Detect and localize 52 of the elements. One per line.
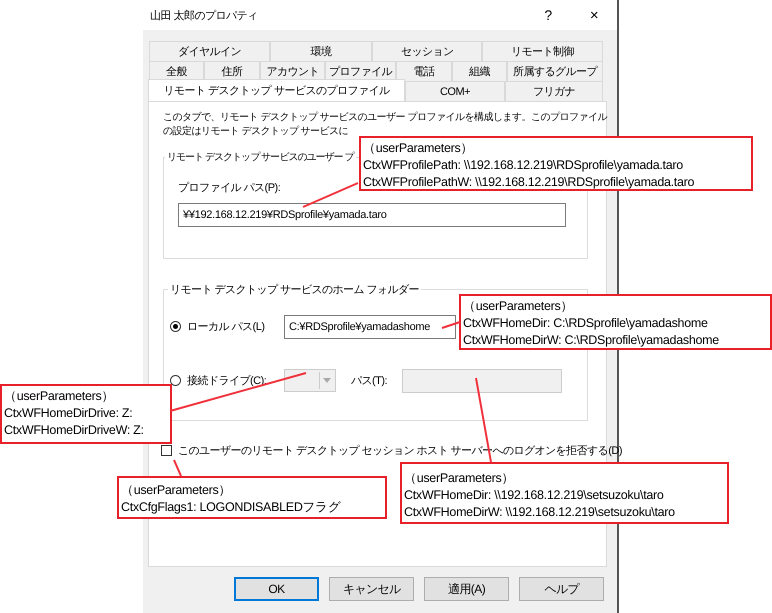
drive-dropdown[interactable]: [284, 369, 336, 392]
tab[interactable]: セッション: [372, 41, 482, 61]
radio-label[interactable]: ローカル パス(L): [187, 319, 284, 334]
callout-text: CtxWFHomeDirW: C:\RDSprofile\yamadashome: [463, 332, 720, 349]
callout-text: （userParameters）: [404, 470, 516, 487]
tab[interactable]: 組織: [452, 61, 507, 81]
dialog-button[interactable]: キャンセル: [329, 577, 414, 601]
window-title: 山田 太郎のプロパティ: [150, 8, 259, 22]
callout-text: CtxWFProfilePath: \\192.168.12.219\RDSprofile\yamada.taro: [363, 157, 684, 174]
dialog-button[interactable]: ヘルプ: [519, 577, 604, 601]
callout-text: CtxWFHomeDirW: \\192.168.12.219\setsuzoku\taro: [404, 504, 676, 521]
group-legend: リモート デスクトップ サービスのホーム フォルダー: [168, 282, 422, 297]
profile-path-field[interactable]: ¥¥192.168.12.219¥RDSprofile¥yamada.taro: [178, 203, 566, 227]
tab[interactable]: フリガナ: [505, 81, 603, 101]
tab[interactable]: リモート制御: [482, 41, 603, 61]
tab[interactable]: ダイヤルイン: [149, 41, 270, 61]
close-button[interactable]: ×: [571, 0, 617, 30]
tab[interactable]: リモート デスクトップ サービスのプロファイル: [148, 79, 405, 101]
tab[interactable]: COM+: [405, 81, 505, 101]
caret-icon: [323, 378, 331, 383]
field-label: プロファイル パス(P):: [178, 180, 280, 195]
callout-text: CtxCfgFlags1: LOGONDISABLEDフラグ: [121, 499, 342, 516]
callout-text: CtxWFHomeDirDriveW: Z:: [4, 422, 145, 439]
tab[interactable]: 住所: [204, 61, 260, 81]
dialog-button[interactable]: OK: [234, 577, 319, 601]
tab[interactable]: 環境: [270, 41, 372, 61]
leader-line: [173, 460, 182, 476]
local-path-field[interactable]: C:¥RDSprofile¥yamadashome: [284, 314, 456, 338]
help-button[interactable]: ?: [525, 0, 571, 30]
callout-text: CtxWFHomeDir: C:\RDSprofile\yamadashome: [463, 315, 709, 332]
tab[interactable]: アカウント: [260, 61, 325, 81]
radio-button[interactable]: [170, 321, 181, 332]
callout-text: （userParameters）: [463, 298, 574, 315]
description-text: このタブで、リモート デスクトップ サービスのユーザー プロファイルを構成します。このプロファイルの設定はリモート デスクトップ サービスに: [163, 111, 607, 139]
callout-text: （userParameters）: [121, 482, 232, 499]
group-legend: リモート デスクトップ サービスのユーザー プ: [165, 150, 356, 164]
tab[interactable]: プロファイル: [325, 61, 396, 81]
callout-text: CtxWFHomeDir: \\192.168.12.219\setsuzoku\taro: [404, 487, 665, 504]
callout-text: （userParameters）: [4, 388, 116, 405]
callout-text: （userParameters）: [363, 140, 474, 157]
radio-button[interactable]: [170, 375, 181, 386]
leader-line: [302, 182, 358, 208]
tab[interactable]: 所属するグループ: [507, 61, 603, 81]
callout-text: CtxWFProfilePathW: \\192.168.12.219\RDSprofile\yamada.taro: [363, 174, 696, 191]
checkbox[interactable]: [161, 445, 172, 456]
tab[interactable]: 電話: [396, 61, 452, 81]
callout-text: CtxWFHomeDirDrive: Z:: [4, 405, 134, 422]
drive-path-field[interactable]: [402, 368, 562, 392]
leader-line: [442, 321, 460, 329]
dialog-button[interactable]: 適用(A): [424, 577, 509, 601]
field-label: パス(T):: [351, 374, 388, 388]
tab[interactable]: 全般: [149, 61, 204, 81]
